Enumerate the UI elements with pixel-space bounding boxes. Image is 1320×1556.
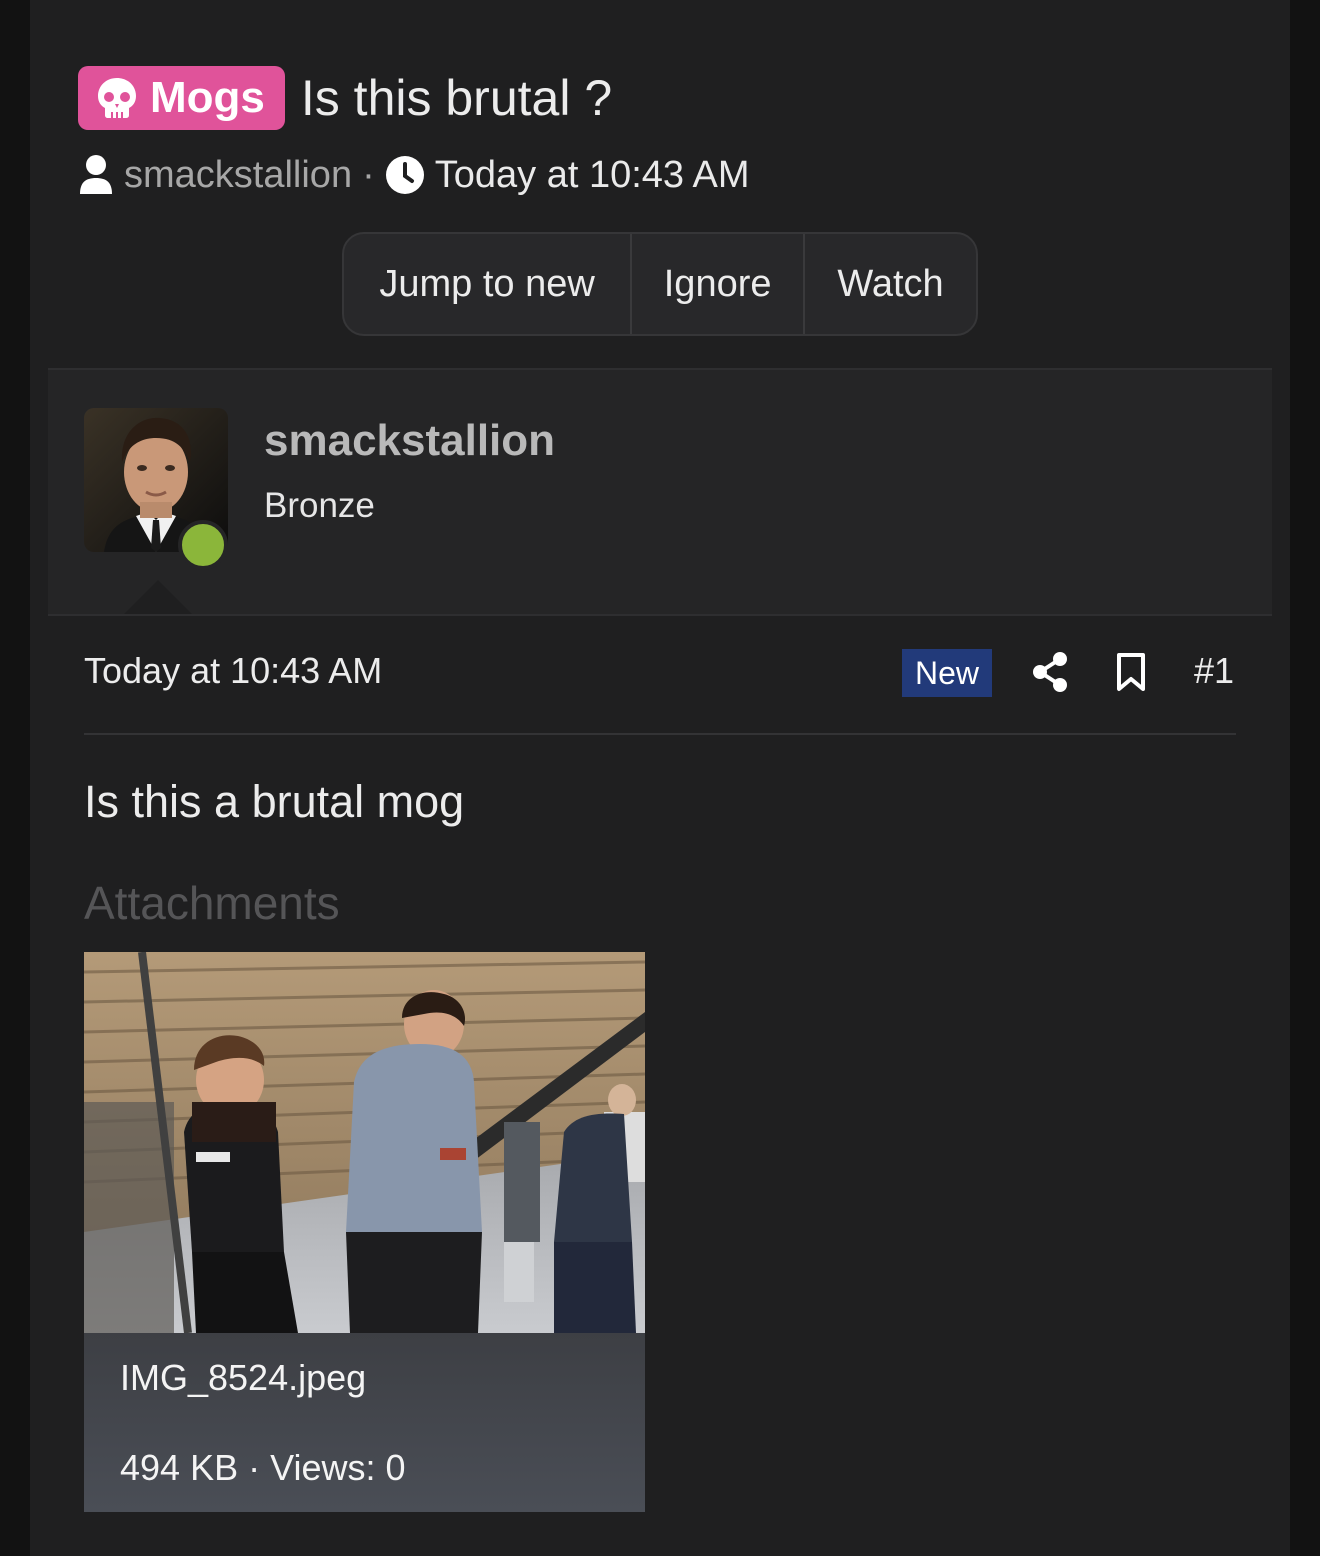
jump-to-new-button[interactable]: Jump to new <box>344 234 633 334</box>
post-header-divider <box>84 733 1236 735</box>
attachments-heading: Attachments <box>84 877 340 929</box>
attachment-info: IMG_8524.jpeg 494 KB · Views: 0 <box>84 1333 645 1512</box>
thread-time-link[interactable]: Today at 10:43 AM <box>435 154 750 197</box>
thread-meta: smackstallion · Today at 10:43 AM <box>78 150 750 200</box>
attachment-thumbnail[interactable] <box>84 952 645 1333</box>
user-icon <box>80 155 112 194</box>
attachment-meta: 494 KB · Views: 0 <box>120 1447 406 1488</box>
share-icon[interactable] <box>1030 650 1070 694</box>
thread-title: Is this brutal ? <box>300 70 613 126</box>
clock-icon <box>385 156 424 194</box>
online-status-indicator <box>178 520 228 570</box>
bookmark-icon[interactable] <box>1114 652 1148 692</box>
post-body-text: Is this a brutal mog <box>84 776 465 827</box>
user-block-arrow <box>124 580 192 614</box>
ignore-button[interactable]: Ignore <box>632 234 806 334</box>
thread-actions: Jump to new Ignore Watch <box>342 232 978 336</box>
post-time-link[interactable]: Today at 10:43 AM <box>84 650 382 692</box>
thread-page: Mogs Is this brutal ? smackstallion · To… <box>30 0 1290 1556</box>
attachment-filename[interactable]: IMG_8524.jpeg <box>120 1357 366 1399</box>
thread-author-link[interactable]: smackstallion <box>124 154 352 197</box>
skull-icon <box>98 78 136 118</box>
user-rank-title: Bronze <box>264 486 375 525</box>
watch-button[interactable]: Watch <box>805 234 976 334</box>
meta-separator: · <box>362 153 375 196</box>
post-user-block: smackstallion Bronze <box>48 368 1272 616</box>
post-author-name[interactable]: smackstallion <box>264 416 555 466</box>
prefix-text: Mogs <box>150 73 265 122</box>
new-badge: New <box>902 649 992 697</box>
prefix-label[interactable]: Mogs <box>78 66 285 130</box>
attachment-card[interactable]: IMG_8524.jpeg 494 KB · Views: 0 <box>84 952 645 1512</box>
post-number-link[interactable]: #1 <box>1194 650 1234 692</box>
thread-title-row: Mogs Is this brutal ? <box>78 65 612 131</box>
